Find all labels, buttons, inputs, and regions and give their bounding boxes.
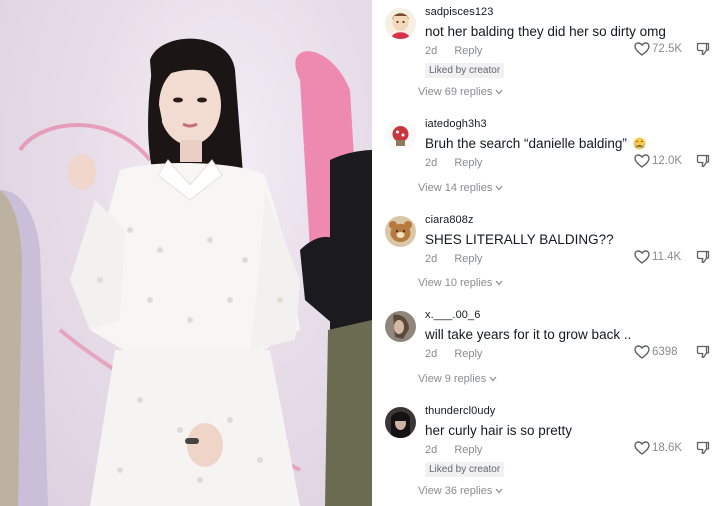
crying-face-emoji [633, 137, 646, 150]
comment-text: not her balding they did her so dirty om… [425, 24, 666, 39]
liked-by-creator-badge: Liked by creator [425, 462, 505, 477]
heart-outline-icon [634, 154, 650, 168]
dislike-button[interactable] [696, 154, 710, 173]
thumbs-down-icon [696, 441, 710, 455]
liked-by-creator-badge: Liked by creator [425, 63, 505, 78]
chevron-down-icon [489, 376, 497, 382]
comment-text: Bruh the search “danielle balding” [425, 136, 646, 151]
reply-button[interactable]: Reply [454, 45, 482, 57]
reply-button[interactable]: Reply [454, 444, 482, 456]
like-count: 11.4K [652, 251, 682, 263]
avatar-image [385, 216, 416, 247]
view-replies-label: View 36 replies [418, 485, 493, 497]
like-button[interactable]: 11.4K [634, 250, 681, 264]
avatar-image [385, 311, 416, 342]
photo-illustration [0, 38, 372, 506]
reply-button[interactable]: Reply [454, 157, 482, 169]
comment-meta: 2d Reply [425, 45, 482, 57]
view-replies-label: View 69 replies [418, 86, 493, 98]
comment-username[interactable]: ciara808z [425, 214, 474, 226]
dislike-button[interactable] [696, 42, 710, 61]
reply-button[interactable]: Reply [454, 348, 482, 360]
comment-date: 2d [425, 444, 438, 456]
like-button[interactable]: 72.5K [634, 42, 682, 56]
like-button[interactable]: 12.0K [634, 154, 682, 168]
like-count: 6398 [652, 346, 678, 358]
like-button[interactable]: 6398 [634, 345, 678, 359]
view-replies-link[interactable]: View 14 replies [418, 182, 503, 194]
thumbs-down-icon [696, 345, 710, 359]
view-replies-label: View 14 replies [418, 182, 493, 194]
comment-meta: 2d Reply [425, 444, 482, 456]
thumbs-down-icon [696, 42, 710, 56]
like-button[interactable]: 18.6K [634, 441, 682, 455]
thumbs-down-icon [696, 250, 710, 264]
heart-outline-icon [634, 250, 650, 264]
comment-text: SHES LITERALLY BALDING?? [425, 232, 614, 247]
comment-item: sadpisces123 not her balding they did he… [372, 0, 720, 96]
dislike-button[interactable] [696, 441, 710, 460]
comment-meta: 2d Reply [425, 348, 482, 360]
chevron-down-icon [495, 89, 503, 95]
view-replies-link[interactable]: View 36 replies [418, 485, 503, 497]
avatar[interactable] [385, 8, 416, 39]
avatar[interactable] [385, 407, 416, 438]
dislike-button[interactable] [696, 250, 710, 269]
comment-date: 2d [425, 348, 438, 360]
comment-username[interactable]: sadpisces123 [425, 6, 493, 18]
like-count: 72.5K [652, 43, 683, 55]
comment-text: her curly hair is so pretty [425, 423, 573, 438]
like-count: 18.6K [652, 442, 683, 454]
comment-date: 2d [425, 157, 438, 169]
comment-item: ciara808z SHES LITERALLY BALDING?? 2d Re… [372, 208, 720, 304]
view-replies-link[interactable]: View 9 replies [418, 373, 497, 385]
comment-username[interactable]: iatedogh3h3 [425, 118, 487, 130]
view-replies-label: View 9 replies [418, 373, 487, 385]
comment-date: 2d [425, 45, 438, 57]
avatar-image [385, 8, 416, 39]
thumbs-down-icon [696, 154, 710, 168]
event-photo [0, 0, 372, 506]
comment-text-body: Bruh the search “danielle balding” [425, 136, 627, 151]
avatar-image [385, 407, 416, 438]
heart-outline-icon [634, 42, 650, 56]
comment-meta: 2d Reply [425, 253, 482, 265]
comment-date: 2d [425, 253, 438, 265]
comment-text: will take years for it to grow back .. [425, 327, 632, 342]
comment-username[interactable]: thundercl0udy [425, 405, 495, 417]
comment-meta: 2d Reply [425, 157, 482, 169]
chevron-down-icon [495, 280, 503, 286]
avatar[interactable] [385, 216, 416, 247]
like-count: 12.0K [652, 155, 683, 167]
avatar-image [385, 120, 416, 151]
view-replies-label: View 10 replies [418, 277, 493, 289]
heart-outline-icon [634, 441, 650, 455]
chevron-down-icon [495, 488, 503, 494]
reply-button[interactable]: Reply [454, 253, 482, 265]
view-replies-link[interactable]: View 69 replies [418, 86, 503, 98]
avatar[interactable] [385, 311, 416, 342]
comments-panel: sadpisces123 not her balding they did he… [372, 0, 720, 506]
avatar[interactable] [385, 120, 416, 151]
view-replies-link[interactable]: View 10 replies [418, 277, 503, 289]
dislike-button[interactable] [696, 345, 710, 364]
heart-outline-icon [634, 345, 650, 359]
comment-item: thundercl0udy her curly hair is so prett… [372, 399, 720, 495]
chevron-down-icon [495, 185, 503, 191]
comment-username[interactable]: x.___.00_6 [425, 309, 480, 321]
